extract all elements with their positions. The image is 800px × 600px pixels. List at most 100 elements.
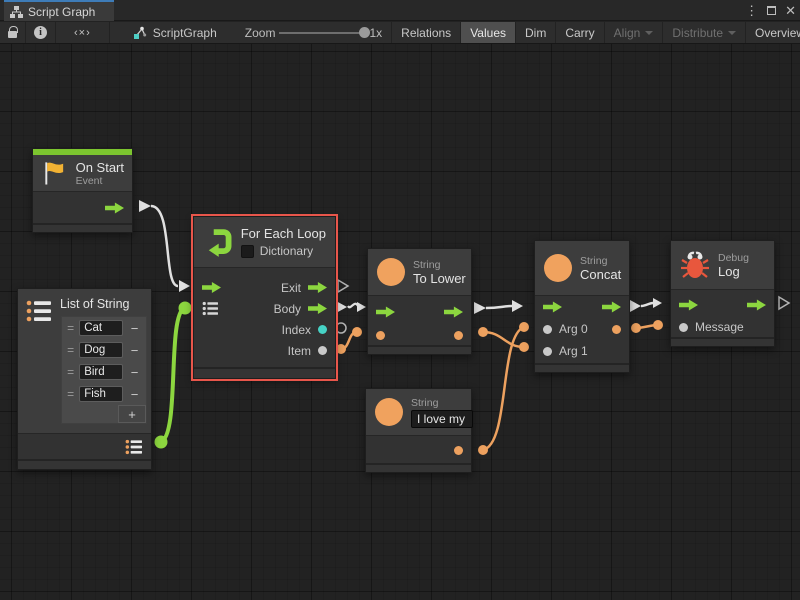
port-item-label: Item <box>288 344 311 358</box>
remove-item-button[interactable]: − <box>126 387 143 402</box>
remove-item-button[interactable]: − <box>126 365 143 380</box>
wire-literal-to-arg0 <box>483 327 524 450</box>
node-subtitle: Event <box>76 175 124 187</box>
node-title: List of String <box>60 297 129 311</box>
port-result-dot[interactable] <box>454 331 463 340</box>
breadcrumb[interactable]: ScriptGraph <box>124 22 226 43</box>
zoom-slider[interactable] <box>279 32 365 34</box>
list-item-field[interactable] <box>79 364 123 380</box>
toolbar-button-carry[interactable]: Carry <box>556 22 604 43</box>
port-enter-flow[interactable] <box>679 299 698 312</box>
port-enter-flow[interactable] <box>376 306 395 319</box>
info-icon: i <box>34 26 47 39</box>
port-index-dot[interactable] <box>318 325 327 334</box>
port-log-exit-unconnected[interactable] <box>779 297 789 309</box>
maximize-icon[interactable] <box>767 6 776 15</box>
remove-item-button[interactable]: − <box>126 343 143 358</box>
drag-handle-icon[interactable]: = <box>65 321 76 335</box>
close-icon[interactable]: ✕ <box>785 4 796 17</box>
list-item-field[interactable] <box>79 342 123 358</box>
port-exit-flow[interactable] <box>308 281 327 294</box>
dropdown-caret-icon <box>645 31 653 35</box>
node-kind: String <box>580 255 621 267</box>
node-title: Concat <box>580 267 621 282</box>
wire-start-triangle <box>139 200 151 212</box>
loop-icon <box>203 224 233 260</box>
wire-list-to-foreach <box>161 308 184 442</box>
port-exit-flow[interactable] <box>105 202 124 215</box>
drag-handle-icon[interactable]: = <box>65 365 76 379</box>
port-exit-flow[interactable] <box>444 306 463 319</box>
zoom-control: Zoom 1x <box>236 22 391 43</box>
port-result-dot[interactable] <box>454 446 463 455</box>
node-concat[interactable]: String Concat Arg 0 Arg 1 <box>534 240 630 373</box>
port-body-flow[interactable] <box>308 302 327 315</box>
graph-canvas[interactable]: On Start Event List of String <box>0 44 800 600</box>
port-exit-flow[interactable] <box>602 301 621 314</box>
add-item-button[interactable]: + <box>118 405 146 423</box>
wire-endpoint <box>519 342 529 352</box>
port-result-dot[interactable] <box>612 325 621 334</box>
toolbar-button-overview[interactable]: Overview <box>746 22 800 43</box>
list-item-row: = − <box>62 383 146 405</box>
port-exit-flow[interactable] <box>747 299 766 312</box>
toolbar-button-align[interactable]: Align <box>605 22 664 43</box>
port-input-dot[interactable] <box>376 331 385 340</box>
toolbar-button-dim[interactable]: Dim <box>516 22 556 43</box>
port-list-output[interactable] <box>125 439 143 455</box>
zoom-label: Zoom <box>245 26 276 40</box>
breadcrumb-label: ScriptGraph <box>153 26 217 40</box>
node-to-lower[interactable]: String To Lower <box>367 248 472 355</box>
node-title: To Lower <box>413 271 466 286</box>
node-for-each-loop[interactable]: For Each Loop Dictionary Exit <box>193 216 336 379</box>
string-value-field[interactable] <box>411 410 473 428</box>
preferences-button[interactable]: ‹×› <box>56 22 110 43</box>
port-enter-flow[interactable] <box>543 301 562 314</box>
node-string-literal[interactable]: String <box>365 388 472 473</box>
inspect-button[interactable]: i <box>26 22 56 43</box>
dictionary-label: Dictionary <box>260 244 313 258</box>
port-arg0-dot[interactable] <box>543 325 552 334</box>
node-list-of-string[interactable]: List of String = − = − = <box>17 288 152 470</box>
list-item-row: = − <box>62 361 146 383</box>
list-item-row: = − <box>62 339 146 361</box>
port-item-dot[interactable] <box>318 346 327 355</box>
wire-endpoint <box>352 327 362 337</box>
bug-icon <box>680 250 710 280</box>
lock-icon <box>8 31 17 38</box>
title-bar: Script Graph ⋮ ✕ <box>0 0 800 21</box>
toolbar-button-values[interactable]: Values <box>461 22 516 43</box>
node-kind: Debug <box>718 252 749 264</box>
port-arg1-label: Arg 1 <box>559 344 588 358</box>
wire-start-triangle <box>630 300 641 312</box>
toolbar-button-relations[interactable]: Relations <box>391 22 461 43</box>
port-exit-unconnected[interactable] <box>338 280 348 292</box>
drag-handle-icon[interactable]: = <box>65 387 76 401</box>
port-body-label: Body <box>274 302 301 316</box>
port-enter-flow[interactable] <box>202 281 221 294</box>
window-menu-icon[interactable]: ⋮ <box>745 4 758 17</box>
tab-title: Script Graph <box>28 5 95 19</box>
wire-endpoint <box>155 436 168 449</box>
node-debug-log[interactable]: Debug Log Message <box>670 240 775 347</box>
code-icon: ‹×› <box>74 27 91 39</box>
list-item-row: = − <box>62 317 146 339</box>
wire-end-arrowhead <box>357 302 366 312</box>
wire-concat-to-message <box>636 325 658 328</box>
tab-script-graph[interactable]: Script Graph <box>4 0 114 21</box>
drag-handle-icon[interactable]: = <box>65 343 76 357</box>
node-on-start[interactable]: On Start Event <box>32 148 133 233</box>
dictionary-checkbox[interactable] <box>241 245 254 258</box>
list-item-field[interactable] <box>79 320 123 336</box>
port-index-unconnected[interactable] <box>336 323 346 333</box>
string-type-icon <box>377 258 405 286</box>
toolbar-button-distribute[interactable]: Distribute <box>663 22 746 43</box>
port-arg1-dot[interactable] <box>543 347 552 356</box>
remove-item-button[interactable]: − <box>126 321 143 336</box>
port-list-input[interactable] <box>202 301 219 316</box>
list-item-field[interactable] <box>79 386 123 402</box>
lock-button[interactable] <box>0 22 26 43</box>
wire-start-triangle <box>336 301 347 313</box>
node-kind: String <box>413 259 466 271</box>
port-message-dot[interactable] <box>679 323 688 332</box>
